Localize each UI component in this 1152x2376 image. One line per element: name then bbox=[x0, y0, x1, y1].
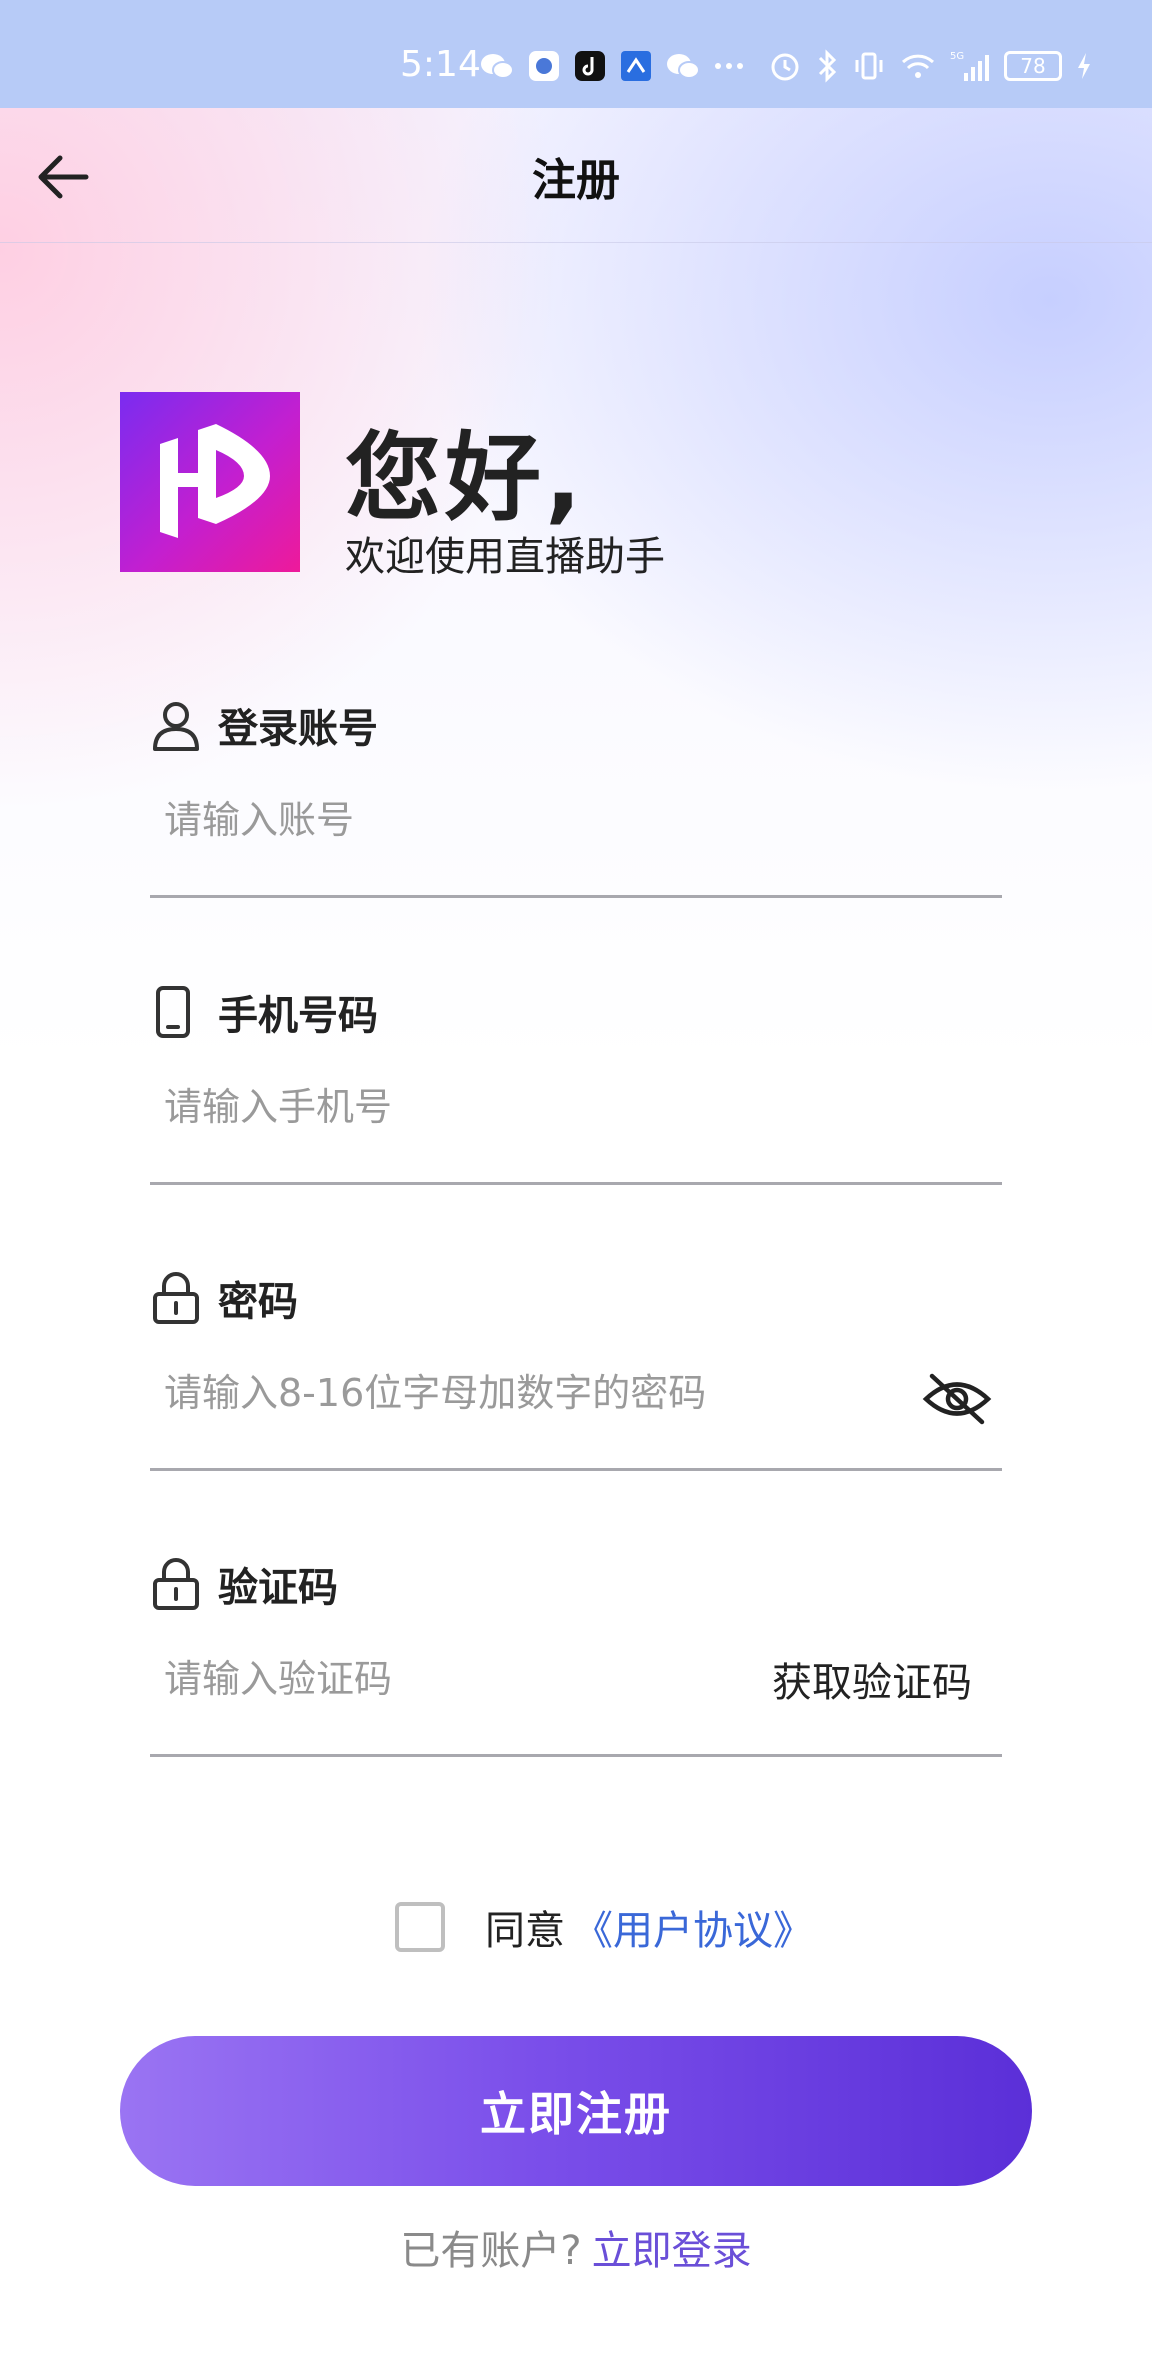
register-button[interactable]: 立即注册 bbox=[120, 2036, 1032, 2186]
charging-icon bbox=[1078, 53, 1090, 79]
phone-field: 手机号码 bbox=[150, 982, 1002, 1192]
hd-logo-icon bbox=[160, 424, 270, 538]
alarm-icon bbox=[771, 53, 799, 81]
tiktok-icon bbox=[575, 51, 605, 81]
code-input[interactable] bbox=[164, 1644, 684, 1714]
app-icon bbox=[529, 51, 559, 81]
password-input[interactable] bbox=[164, 1358, 764, 1428]
login-row: 已有账户? 立即登录 bbox=[0, 2218, 1152, 2276]
agree-text: 同意 bbox=[485, 1908, 565, 1954]
status-time: 5:14 bbox=[400, 44, 481, 85]
phone-icon bbox=[150, 984, 206, 1040]
status-notification-icons bbox=[480, 44, 744, 88]
account-label: 登录账号 bbox=[218, 706, 378, 752]
code-label: 验证码 bbox=[218, 1565, 338, 1611]
code-label-row: 验证码 bbox=[150, 1554, 338, 1614]
code-underline bbox=[150, 1754, 1002, 1757]
bluetooth-icon bbox=[818, 49, 837, 83]
phone-label: 手机号码 bbox=[218, 993, 378, 1039]
lock-icon bbox=[150, 1556, 206, 1612]
phone-input[interactable] bbox=[164, 1072, 764, 1142]
battery-indicator: 78 bbox=[1004, 51, 1062, 81]
login-prompt: 已有账户? bbox=[400, 2228, 582, 2274]
svg-text:5G: 5G bbox=[950, 51, 964, 62]
account-underline bbox=[150, 895, 1002, 898]
battery-level: 78 bbox=[1020, 54, 1046, 78]
header: 注册 bbox=[0, 108, 1152, 243]
lock-icon bbox=[150, 1270, 206, 1326]
login-link[interactable]: 立即登录 bbox=[592, 2228, 752, 2274]
code-field: 验证码 获取验证码 bbox=[150, 1554, 1002, 1764]
app-logo bbox=[120, 392, 300, 572]
wechat-icon bbox=[667, 54, 700, 79]
agreement-checkbox[interactable] bbox=[395, 1902, 445, 1952]
account-label-row: 登录账号 bbox=[150, 695, 378, 755]
user-icon bbox=[150, 697, 206, 753]
vibrate-icon bbox=[855, 52, 883, 80]
status-system-icons: 5G 78 bbox=[768, 44, 1092, 88]
user-agreement-link[interactable]: 《用户协议》 bbox=[573, 1898, 813, 1956]
password-underline bbox=[150, 1468, 1002, 1471]
status-bar: 5:14 5G 78 bbox=[0, 0, 1152, 108]
signal-icon: 5G bbox=[950, 51, 989, 81]
phone-underline bbox=[150, 1182, 1002, 1185]
phone-label-row: 手机号码 bbox=[150, 982, 378, 1042]
password-label: 密码 bbox=[218, 1279, 298, 1325]
agreement-row: 同意 《用户协议》 bbox=[395, 1895, 813, 1959]
eye-off-icon[interactable] bbox=[922, 1364, 992, 1434]
account-input[interactable] bbox=[164, 785, 764, 855]
password-label-row: 密码 bbox=[150, 1268, 298, 1328]
greeting-subtitle: 欢迎使用直播助手 bbox=[345, 534, 665, 580]
wifi-icon bbox=[901, 54, 935, 78]
get-code-button[interactable]: 获取验证码 bbox=[772, 1650, 972, 1708]
greeting-title: 您好, bbox=[345, 422, 586, 534]
more-icon bbox=[715, 63, 743, 69]
page-title: 注册 bbox=[532, 155, 620, 206]
account-field: 登录账号 bbox=[150, 695, 1002, 905]
app-icon bbox=[621, 51, 651, 81]
password-field: 密码 bbox=[150, 1268, 1002, 1478]
wechat-icon bbox=[481, 54, 514, 79]
